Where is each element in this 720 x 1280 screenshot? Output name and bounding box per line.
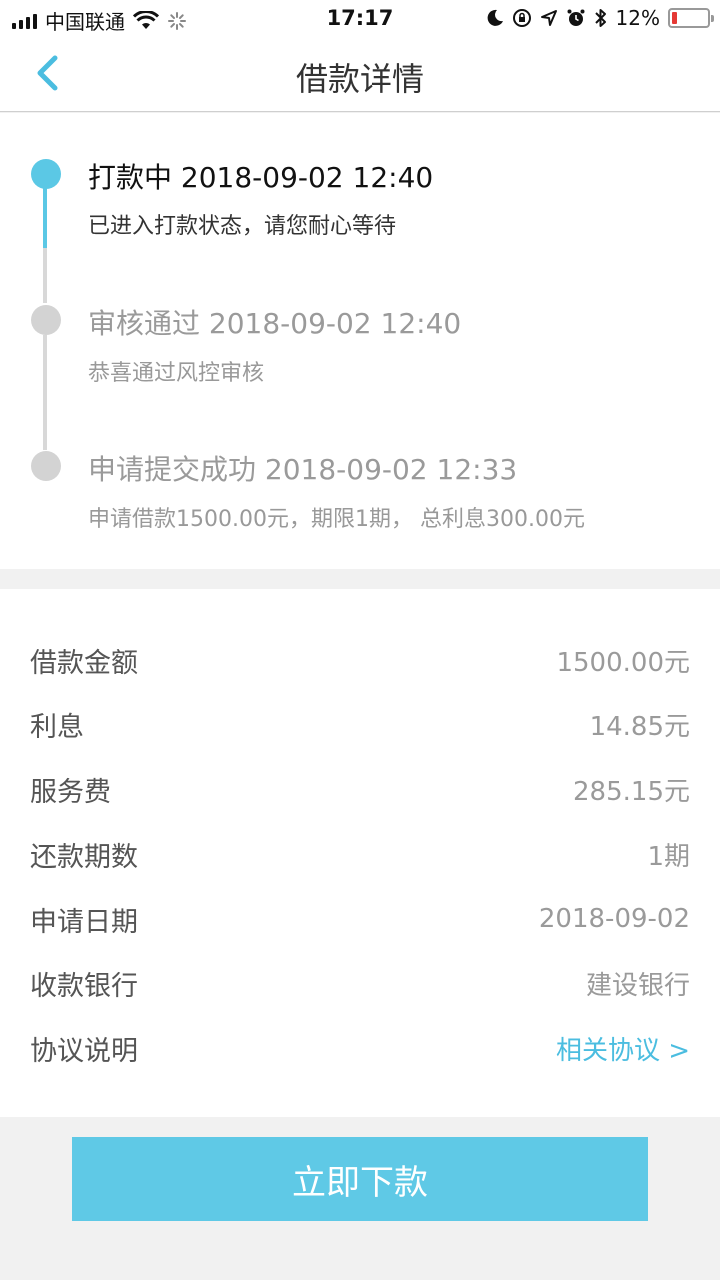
detail-label: 借款金额 bbox=[30, 647, 138, 679]
timeline-step-desc: 申请借款1500.00元，期限1期， 总利息300.00元 bbox=[88, 507, 585, 532]
page-title: 借款详情 bbox=[295, 60, 424, 98]
detail-row-service-fee: 服务费 285.15元 bbox=[30, 764, 690, 814]
detail-row-agreement: 协议说明 相关协议 > bbox=[30, 1023, 690, 1073]
detail-label: 协议说明 bbox=[30, 1035, 138, 1067]
timeline-step-desc: 已进入打款状态，请您耐心等待 bbox=[88, 214, 397, 239]
loan-details: 借款金额 1500.00元 利息 14.85元 服务费 285.15元 还款期数… bbox=[0, 589, 720, 1117]
progress-timeline: 打款中 2018-09-02 12:40 已进入打款状态，请您耐心等待 审核通过… bbox=[0, 113, 720, 569]
detail-value: 1期 bbox=[647, 841, 690, 872]
timeline-step-title: 申请提交成功 2018-09-02 12:33 bbox=[88, 453, 518, 486]
detail-value: 1500.00元 bbox=[556, 647, 690, 678]
detail-row-interest: 利息 14.85元 bbox=[30, 699, 690, 749]
detail-value: 2018-09-02 bbox=[538, 904, 690, 934]
timeline-step-title: 审核通过 2018-09-02 12:40 bbox=[88, 307, 462, 340]
moon-icon bbox=[487, 9, 503, 26]
bluetooth-icon bbox=[594, 9, 606, 27]
detail-label: 收款银行 bbox=[30, 970, 138, 1002]
timeline-dot bbox=[31, 451, 61, 481]
detail-row-apply-date: 申请日期 2018-09-02 bbox=[30, 894, 690, 944]
status-bar: 中国联通 17:17 12% bbox=[0, 0, 720, 38]
timeline-line-active bbox=[43, 188, 47, 248]
nav-bar: 借款详情 bbox=[0, 38, 720, 112]
agreement-link[interactable]: 相关协议 > bbox=[556, 1030, 690, 1067]
detail-label: 还款期数 bbox=[30, 841, 138, 873]
battery-percent: 12% bbox=[615, 6, 660, 30]
detail-value: 14.85元 bbox=[589, 711, 690, 742]
detail-label: 服务费 bbox=[30, 776, 111, 808]
detail-value: 建设银行 bbox=[585, 970, 690, 1001]
timeline-step-title: 打款中 2018-09-02 12:40 bbox=[88, 161, 434, 194]
detail-label: 申请日期 bbox=[30, 906, 138, 938]
detail-row-amount: 借款金额 1500.00元 bbox=[30, 635, 690, 685]
timeline-dot bbox=[31, 305, 61, 335]
timeline-step-desc: 恭喜通过风控审核 bbox=[88, 361, 265, 386]
timeline-dot-active bbox=[31, 159, 61, 189]
location-icon bbox=[540, 10, 557, 26]
detail-value: 285.15元 bbox=[573, 776, 690, 807]
timeline-line-inactive bbox=[43, 335, 47, 450]
disburse-now-button[interactable]: 立即下款 bbox=[72, 1137, 648, 1221]
status-right: 12% bbox=[486, 6, 714, 30]
detail-row-bank: 收款银行 建设银行 bbox=[30, 958, 690, 1008]
detail-label: 利息 bbox=[30, 711, 84, 743]
rotation-lock-icon bbox=[512, 9, 531, 27]
battery-icon bbox=[668, 8, 714, 28]
detail-row-periods: 还款期数 1期 bbox=[30, 829, 690, 879]
timeline-line-inactive bbox=[43, 248, 47, 303]
alarm-icon bbox=[567, 9, 585, 26]
